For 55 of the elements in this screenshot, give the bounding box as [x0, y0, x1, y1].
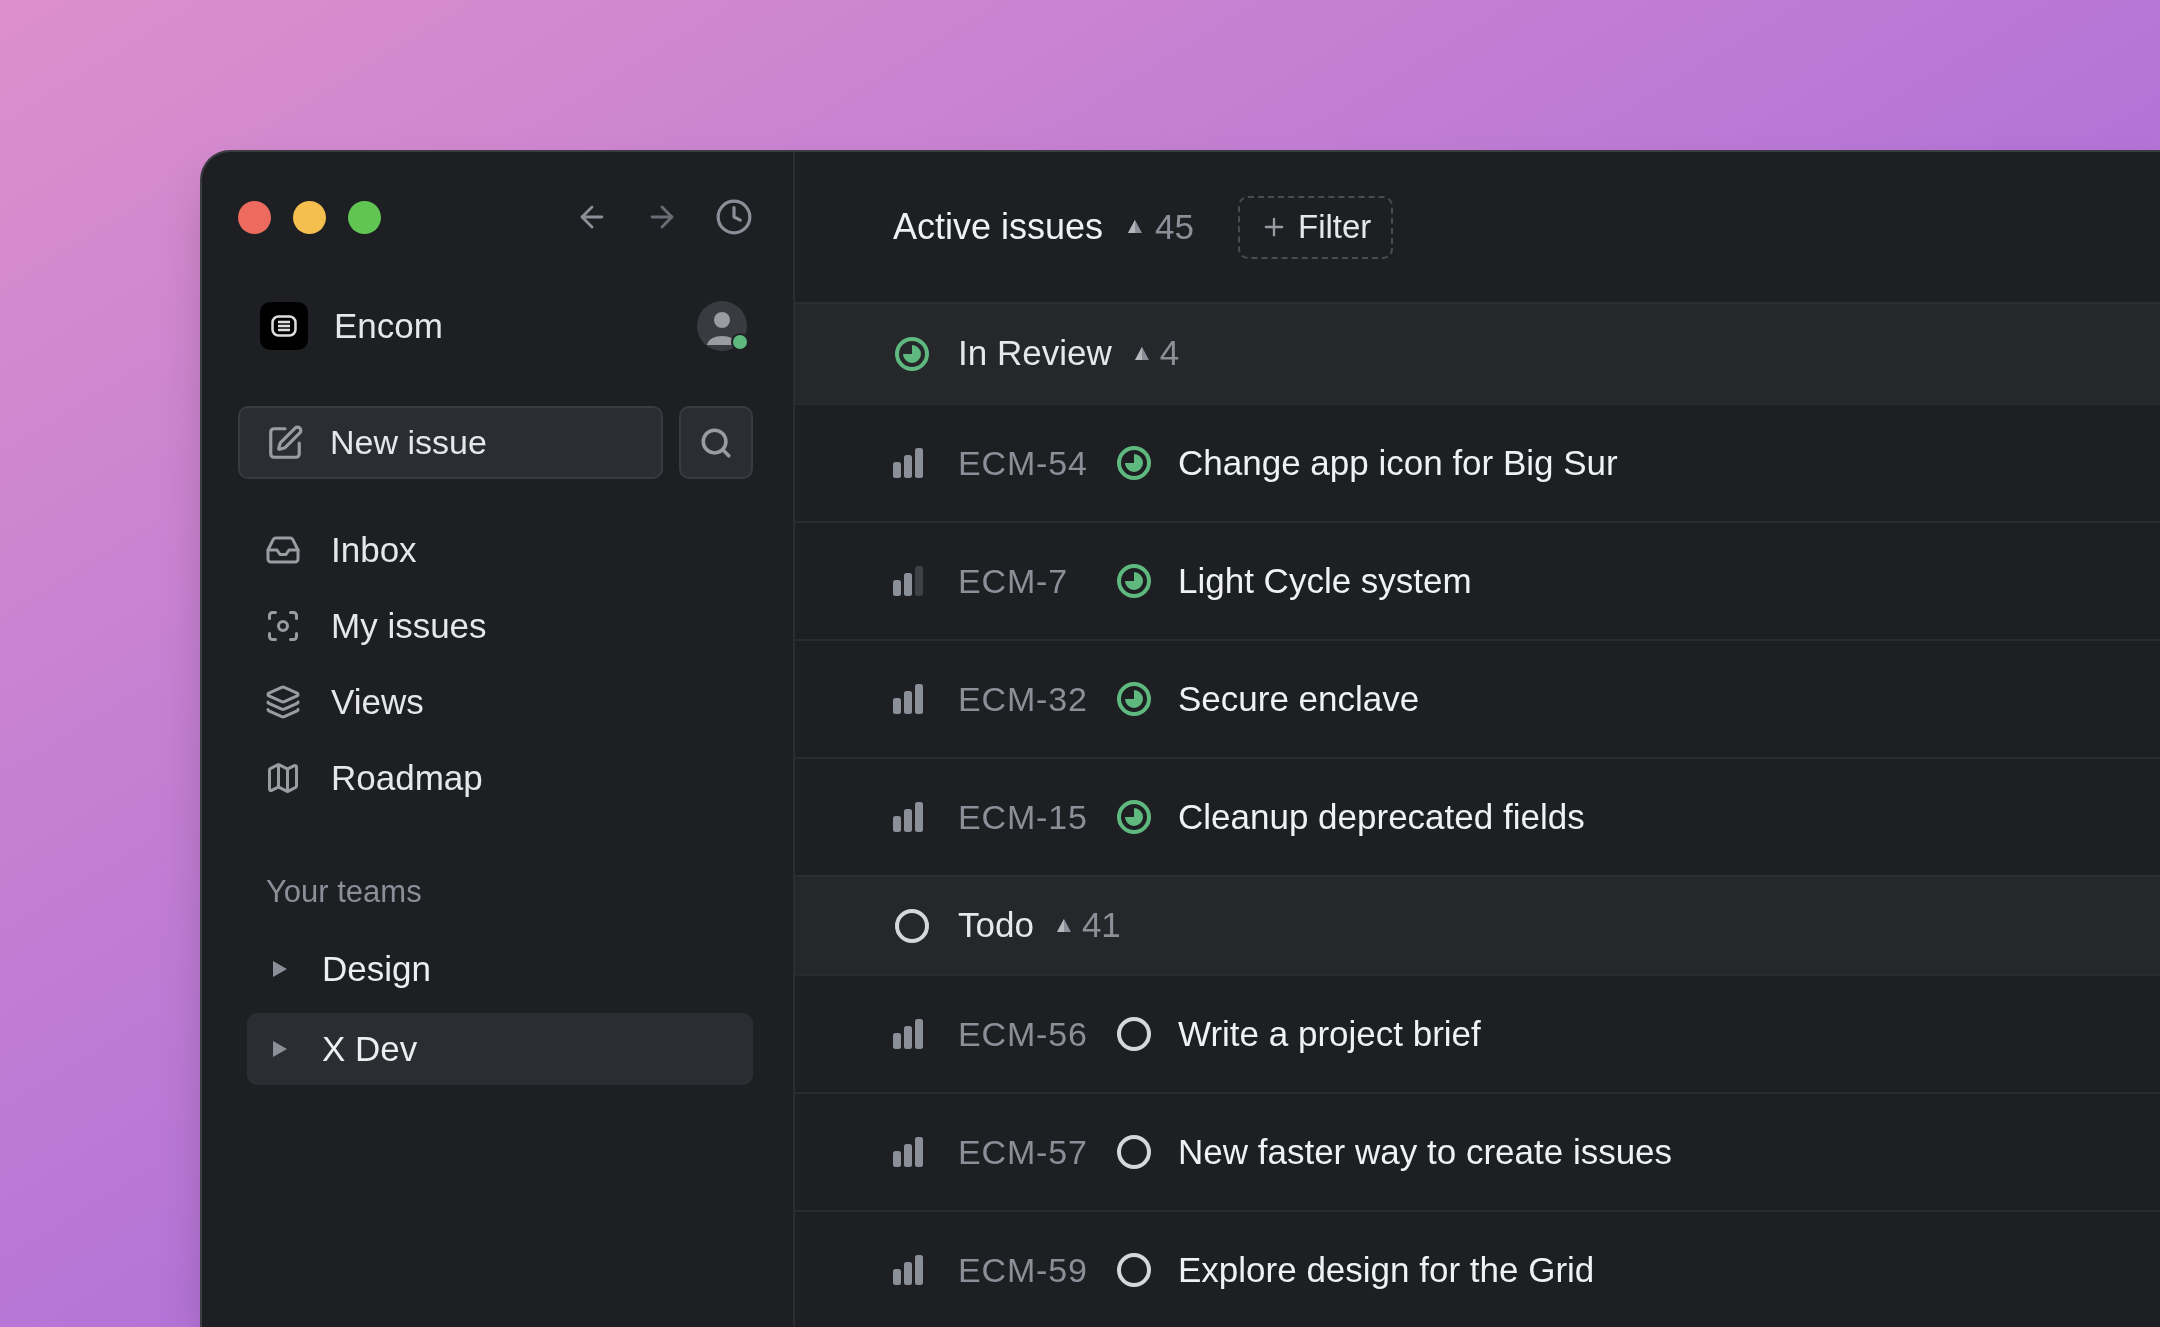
disclosure-triangle-icon[interactable]: [272, 1040, 288, 1058]
focus-icon: [265, 608, 301, 644]
search-button[interactable]: [679, 406, 753, 479]
issue-id: ECM-7: [958, 560, 1070, 602]
issue-title: Write a project brief: [1178, 1012, 1481, 1055]
layers-icon: [265, 684, 301, 720]
search-icon: [699, 425, 733, 460]
nav-item[interactable]: Views: [238, 664, 753, 740]
team-item[interactable]: X Dev: [247, 1013, 753, 1085]
issue-count: 45: [1155, 205, 1194, 248]
triangle-icon: [1055, 917, 1072, 934]
issue-title: Secure enclave: [1178, 677, 1420, 720]
group-title: In Review: [958, 332, 1112, 375]
section-title: Your teams: [265, 872, 423, 911]
workspace-name[interactable]: Encom: [334, 299, 443, 353]
issue-id: ECM-15: [958, 796, 1089, 838]
issue-id: ECM-57: [958, 1131, 1089, 1173]
issue-id: ECM-54: [958, 442, 1089, 484]
issue-title: Light Cycle system: [1178, 559, 1472, 602]
close-window-button[interactable]: [238, 200, 271, 234]
issue-row[interactable]: ECM-7 Light Cycle system: [795, 521, 2160, 639]
filter-button[interactable]: Filter: [1238, 195, 1394, 259]
issue-title: New faster way to create issues: [1178, 1130, 1673, 1173]
new-issue-button[interactable]: New issue: [238, 406, 663, 479]
issue-id: ECM-32: [958, 678, 1089, 720]
issue-row[interactable]: ECM-59 Explore design for the Grid: [795, 1210, 2160, 1327]
pen-square-icon: [266, 423, 304, 462]
minimize-window-button[interactable]: [293, 200, 326, 234]
team-item[interactable]: Design: [247, 933, 753, 1005]
issue-row[interactable]: ECM-56 Write a project brief: [795, 974, 2160, 1092]
issue-row[interactable]: ECM-32 Secure enclave: [795, 639, 2160, 757]
map-icon: [265, 760, 301, 796]
issue-row[interactable]: ECM-57 New faster way to create issues: [795, 1092, 2160, 1210]
issue-id: ECM-56: [958, 1013, 1089, 1055]
avatar[interactable]: [697, 301, 747, 351]
disclosure-triangle-icon[interactable]: [272, 960, 288, 978]
issue-title: Change app icon for Big Sur: [1178, 441, 1618, 484]
zoom-window-button[interactable]: [348, 200, 381, 234]
group-count: 4: [1159, 332, 1180, 375]
group-header[interactable]: In Review 4: [795, 304, 2160, 403]
nav-item[interactable]: My issues: [238, 588, 753, 664]
workspace-logo-icon: [260, 302, 308, 350]
group-title: Todo: [958, 904, 1034, 947]
triangle-icon: [1133, 345, 1150, 362]
nav-item[interactable]: Inbox: [238, 512, 753, 588]
group-count: 41: [1081, 904, 1121, 947]
triangle-icon: [1127, 219, 1144, 235]
issue-title: Cleanup deprecated fields: [1178, 795, 1585, 838]
page-title: Active issues: [893, 205, 1104, 249]
group-header[interactable]: Todo 41: [795, 875, 2160, 974]
nav-item[interactable]: Roadmap: [238, 740, 753, 816]
history-clock-icon[interactable]: [715, 198, 753, 236]
issue-title: Explore design for the Grid: [1178, 1248, 1595, 1291]
issue-id: ECM-59: [958, 1249, 1089, 1291]
issue-row[interactable]: ECM-54 Change app icon for Big Sur: [795, 403, 2160, 521]
